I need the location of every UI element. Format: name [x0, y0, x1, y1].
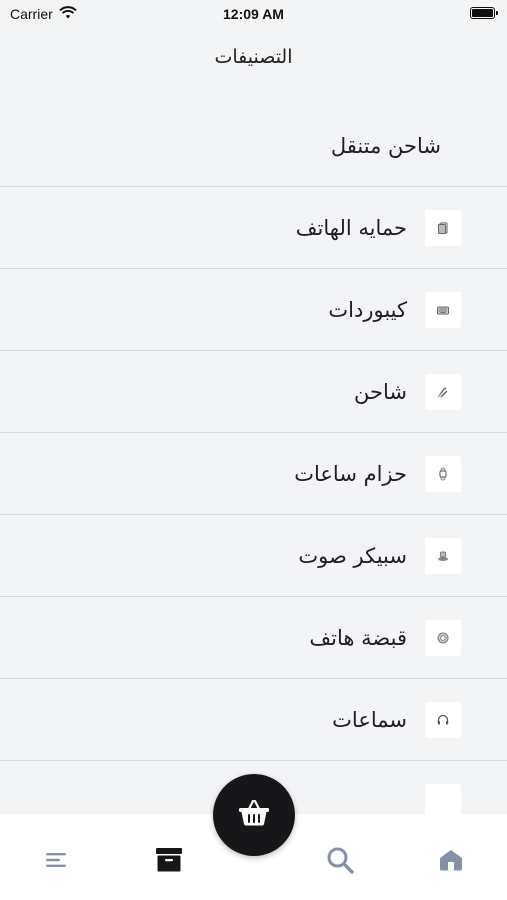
charger-icon: [425, 374, 461, 410]
category-row-watch-straps[interactable]: حزام ساعات: [0, 433, 507, 515]
home-icon[interactable]: [433, 842, 469, 878]
keyboard-icon: [425, 292, 461, 328]
category-label: قبضة هاتف: [309, 626, 407, 650]
category-row-power-bank[interactable]: شاحن متنقل: [0, 105, 507, 187]
category-row-phone-case[interactable]: حمايه الهاتف: [0, 187, 507, 269]
status-bar: Carrier 12:09 AM: [0, 0, 507, 28]
category-row-charger[interactable]: شاحن: [0, 351, 507, 433]
category-row-headphones[interactable]: سماعات: [0, 679, 507, 761]
category-label: كيبوردات: [328, 298, 407, 322]
basket-icon: [238, 799, 270, 831]
category-row-speakers[interactable]: سبيكر صوت: [0, 515, 507, 597]
category-row-keyboards[interactable]: كيبوردات: [0, 269, 507, 351]
category-label: شاحن: [354, 380, 407, 404]
category-label: حمايه الهاتف: [295, 216, 407, 240]
category-label: سبيكر صوت: [298, 544, 407, 568]
category-row-phone-grip[interactable]: قبضة هاتف: [0, 597, 507, 679]
speaker-icon: [425, 538, 461, 574]
category-label: حزام ساعات: [294, 462, 407, 486]
category-list: شاحن متنقل حمايه الهاتف كيبوردات شاحن حز…: [0, 105, 507, 820]
battery-icon: [470, 7, 498, 19]
phone-grip-icon: [425, 620, 461, 656]
menu-icon[interactable]: [39, 842, 75, 878]
search-icon[interactable]: [322, 842, 358, 878]
phone-case-icon: [425, 210, 461, 246]
archive-icon[interactable]: [151, 842, 187, 878]
status-time: 12:09 AM: [223, 6, 284, 22]
watch-icon: [425, 456, 461, 492]
category-label: شاحن متنقل: [330, 134, 441, 158]
page-title: التصنيفات: [214, 46, 293, 68]
headphones-icon: [425, 702, 461, 738]
category-label: سماعات: [332, 708, 407, 732]
cart-button[interactable]: [213, 774, 295, 856]
